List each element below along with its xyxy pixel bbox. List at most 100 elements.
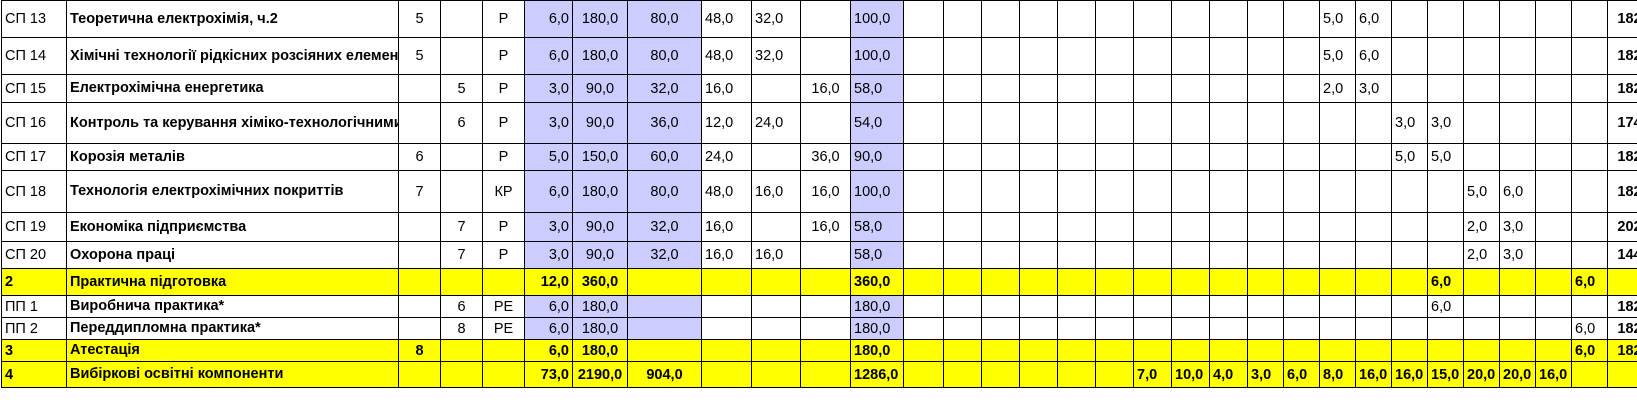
semester-hours-cell xyxy=(1057,212,1096,242)
table-row: 2 Практична підготовка 12,0 360,0 360,0 6,0 6,… xyxy=(1,268,1637,296)
control-form-cell xyxy=(482,339,525,362)
semester-hours-cell xyxy=(1247,0,1284,38)
semester-hours-cell: 20,0 xyxy=(1499,361,1536,388)
classroom-hours-cell xyxy=(627,317,702,340)
semester-hours-cell: 5,0 xyxy=(1391,143,1428,171)
practical-hours-cell: 16,0 xyxy=(800,212,851,242)
classroom-hours-cell: 32,0 xyxy=(627,212,702,242)
semester-hours-cell xyxy=(1247,212,1284,242)
semester-hours-cell xyxy=(1209,0,1248,38)
semester-hours-cell xyxy=(1171,212,1210,242)
semester-hours-cell xyxy=(1499,37,1536,75)
practical-hours-cell xyxy=(800,37,851,75)
semester-hours-cell xyxy=(1283,143,1320,171)
semester-hours-cell xyxy=(1499,102,1536,144)
semester-hours-cell xyxy=(943,212,982,242)
semester-hours-cell xyxy=(1535,268,1572,296)
semester-hours-cell xyxy=(981,241,1020,269)
semester-hours-cell xyxy=(1391,268,1428,296)
semester-hours-cell xyxy=(1057,143,1096,171)
semester-hours-cell xyxy=(981,102,1020,144)
semester-hours-cell xyxy=(1247,102,1284,144)
semester-hours-cell xyxy=(1571,295,1608,318)
lab-hours-cell xyxy=(751,317,801,340)
semester-hours-cell: 6,0 xyxy=(1355,37,1392,75)
credit-semester-cell xyxy=(440,361,483,388)
semester-hours-cell xyxy=(943,0,982,38)
credit-semester-cell: 7 xyxy=(440,212,483,242)
semester-hours-cell xyxy=(1095,339,1134,362)
semester-hours-cell xyxy=(1319,339,1356,362)
semester-hours-cell xyxy=(1057,102,1096,144)
semester-hours-cell xyxy=(1019,361,1058,388)
code-number-cell: 182 xyxy=(1607,295,1637,318)
table-row: СП 18 Технологія електрохімічних покритті… xyxy=(1,170,1637,213)
table-row: ПП 1 Виробнича практика* 6 РЕ 6,0 180,0 180,0 6… xyxy=(1,295,1637,318)
row-code: СП 16 xyxy=(1,102,67,144)
code-number-cell: 174 xyxy=(1607,102,1637,144)
control-form-cell: Р xyxy=(482,241,525,269)
code-number-cell: 182 xyxy=(1607,0,1637,38)
lecture-hours-cell: 48,0 xyxy=(701,37,752,75)
semester-hours-cell xyxy=(1571,143,1608,171)
semester-hours-cell xyxy=(1319,170,1356,213)
code-number-cell xyxy=(1607,361,1637,388)
semester-hours-cell: 2,0 xyxy=(1463,241,1500,269)
self-study-hours-cell: 90,0 xyxy=(850,143,904,171)
semester-hours-cell xyxy=(1571,0,1608,38)
lab-hours-cell xyxy=(751,143,801,171)
semester-hours-cell xyxy=(1535,102,1572,144)
semester-hours-cell xyxy=(1571,241,1608,269)
lecture-hours-cell xyxy=(701,317,752,340)
row-code: СП 18 xyxy=(1,170,67,213)
semester-hours-cell xyxy=(1535,241,1572,269)
practical-hours-cell xyxy=(800,0,851,38)
code-number-cell: 182 xyxy=(1607,170,1637,213)
semester-hours-cell xyxy=(981,143,1020,171)
semester-hours-cell xyxy=(1209,268,1248,296)
semester-hours-cell xyxy=(1133,74,1172,103)
semester-hours-cell: 2,0 xyxy=(1319,74,1356,103)
lecture-hours-cell: 12,0 xyxy=(701,102,752,144)
exam-semester-cell: 6 xyxy=(398,143,441,171)
semester-hours-cell xyxy=(943,102,982,144)
semester-hours-cell: 6,0 xyxy=(1571,317,1608,340)
semester-hours-cell xyxy=(1247,74,1284,103)
classroom-hours-cell: 32,0 xyxy=(627,241,702,269)
semester-hours-cell xyxy=(1171,339,1210,362)
semester-hours-cell: 20,0 xyxy=(1463,361,1500,388)
lab-hours-cell: 32,0 xyxy=(751,0,801,38)
code-number-cell: 182 xyxy=(1607,143,1637,171)
semester-hours-cell xyxy=(1133,0,1172,38)
semester-hours-cell xyxy=(1209,339,1248,362)
classroom-hours-cell xyxy=(627,295,702,318)
row-name: Економіка підприємства xyxy=(66,212,399,242)
exam-semester-cell xyxy=(398,361,441,388)
semester-hours-cell xyxy=(1247,268,1284,296)
total-hours-cell: 180,0 xyxy=(572,339,628,362)
ects-credits-cell: 5,0 xyxy=(524,143,573,171)
row-name: Вибіркові освітні компоненти xyxy=(66,361,399,388)
semester-hours-cell xyxy=(1427,74,1464,103)
classroom-hours-cell: 80,0 xyxy=(627,37,702,75)
ects-credits-cell: 6,0 xyxy=(524,0,573,38)
semester-hours-cell xyxy=(903,74,944,103)
semester-hours-cell xyxy=(903,37,944,75)
self-study-hours-cell: 58,0 xyxy=(850,74,904,103)
semester-hours-cell xyxy=(1535,295,1572,318)
semester-hours-cell xyxy=(1427,170,1464,213)
table-row: СП 13 Теоретична електрохімія, ч.2 5 Р 6,0 18… xyxy=(1,0,1637,38)
semester-hours-cell xyxy=(943,295,982,318)
semester-hours-cell xyxy=(1499,143,1536,171)
semester-hours-cell xyxy=(1019,317,1058,340)
table-row: СП 17 Корозія металів 6 Р 5,0 150,0 60,0 24,0 36… xyxy=(1,143,1637,171)
semester-hours-cell xyxy=(1209,74,1248,103)
semester-hours-cell xyxy=(1057,317,1096,340)
semester-hours-cell xyxy=(1095,361,1134,388)
total-hours-cell: 180,0 xyxy=(572,295,628,318)
ects-credits-cell: 3,0 xyxy=(524,74,573,103)
semester-hours-cell xyxy=(1095,74,1134,103)
credit-semester-cell: 7 xyxy=(440,241,483,269)
semester-hours-cell xyxy=(1283,0,1320,38)
total-hours-cell: 180,0 xyxy=(572,170,628,213)
